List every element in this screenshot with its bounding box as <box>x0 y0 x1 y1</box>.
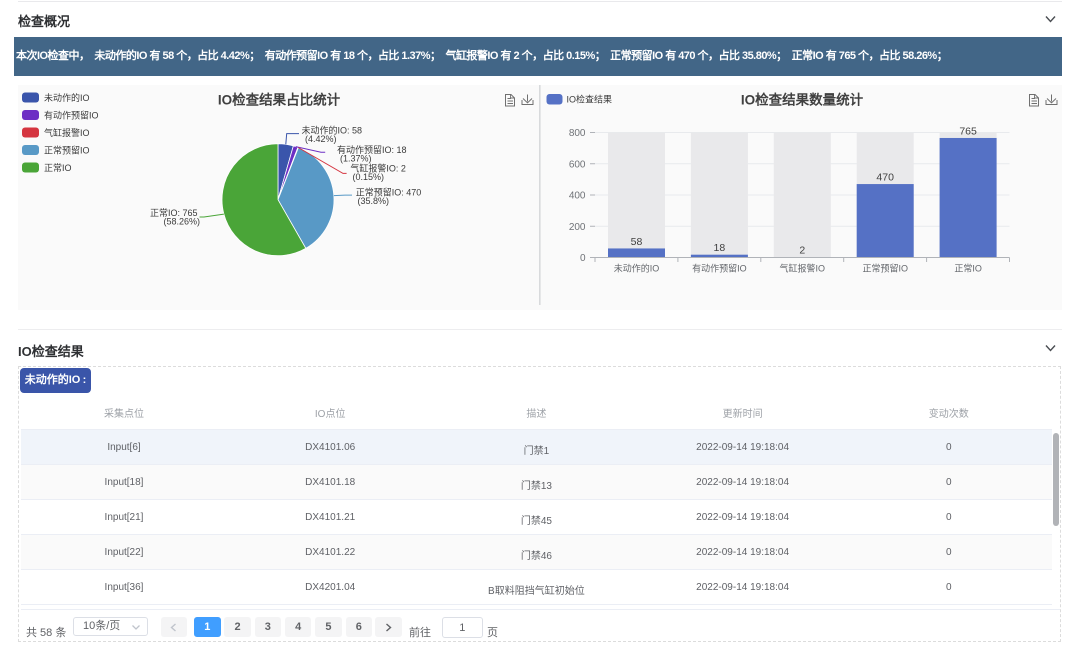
svg-text:(58.26%): (58.26%) <box>163 216 200 226</box>
svg-text:600: 600 <box>569 159 586 170</box>
svg-text:(1.37%): (1.37%) <box>340 153 372 163</box>
svg-text:(35.8%): (35.8%) <box>358 196 390 206</box>
svg-text:400: 400 <box>569 191 586 202</box>
svg-text:470: 470 <box>876 172 894 184</box>
svg-text:正常IO: 正常IO <box>44 162 72 173</box>
svg-text:正常预留IO: 正常预留IO <box>44 145 90 156</box>
svg-text:气缸报警IO: 气缸报警IO <box>780 263 826 274</box>
svg-text:气缸报警IO: 气缸报警IO <box>44 127 90 138</box>
svg-text:正常预留IO: 正常预留IO <box>862 263 908 274</box>
svg-text:200: 200 <box>569 222 586 233</box>
svg-text:未动作的IO: 未动作的IO <box>614 263 660 274</box>
svg-text:(4.42%): (4.42%) <box>305 134 337 144</box>
svg-text:765: 765 <box>959 126 977 138</box>
svg-text:(0.15%): (0.15%) <box>353 172 385 182</box>
svg-text:0: 0 <box>580 253 586 264</box>
svg-text:未动作的IO: 未动作的IO <box>44 92 90 103</box>
svg-text:18: 18 <box>714 242 726 254</box>
svg-text:有动作预留IO: 有动作预留IO <box>44 110 99 121</box>
svg-text:800: 800 <box>569 128 586 139</box>
svg-text:有动作预留IO: 有动作预留IO <box>692 263 747 274</box>
svg-text:正常IO: 正常IO <box>954 263 982 274</box>
svg-text:IO检查结果数量统计: IO检查结果数量统计 <box>741 92 864 108</box>
svg-text:IO检查结果: IO检查结果 <box>567 94 613 105</box>
svg-text:IO检查结果占比统计: IO检查结果占比统计 <box>218 92 341 108</box>
svg-text:2: 2 <box>799 245 805 257</box>
svg-text:58: 58 <box>631 236 643 248</box>
